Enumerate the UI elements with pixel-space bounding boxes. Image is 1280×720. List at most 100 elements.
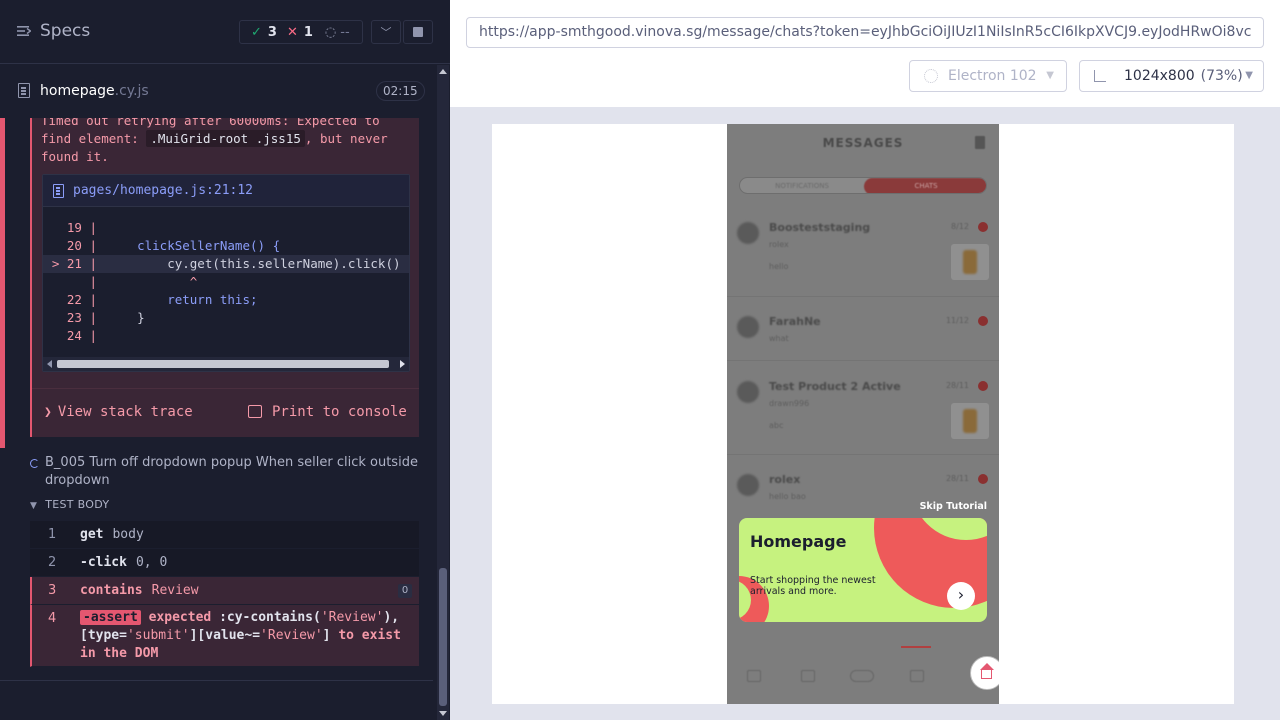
- line-number: 20: [66, 238, 82, 253]
- print-to-console-button[interactable]: Print to console: [248, 404, 407, 420]
- ruler-icon: [1094, 70, 1106, 82]
- skip-tutorial-button[interactable]: Skip Tutorial: [920, 501, 987, 512]
- product-thumbnail: [951, 403, 989, 439]
- avatar: [737, 316, 759, 338]
- line-number: 24: [66, 328, 82, 343]
- reporter-vertical-scrollbar[interactable]: [437, 65, 449, 720]
- command-number: 4: [48, 611, 57, 626]
- url-bar[interactable]: https://app-smthgood.vinova.sg/message/c…: [466, 17, 1264, 48]
- viewport-zoom: (73%): [1200, 68, 1243, 84]
- error-panel: Timed out retrying after 60000ms: Expect…: [30, 118, 419, 437]
- spec-file-extension: .cy.js: [114, 83, 149, 99]
- chat-message: abc: [769, 421, 784, 430]
- command-row-assert-failed[interactable]: 4 -assert expected :cy-contains('Review'…: [30, 605, 419, 667]
- avatar: [737, 381, 759, 403]
- line-number: 19: [66, 220, 82, 235]
- divider: [727, 360, 999, 361]
- line-prefix: >: [51, 256, 67, 271]
- test-body-toggle[interactable]: ▼ TEST BODY: [30, 498, 109, 511]
- auto-scroll-button[interactable]: ﹀: [371, 20, 401, 44]
- scrollbar-thumb[interactable]: [57, 360, 389, 368]
- command-number: 2: [48, 555, 57, 570]
- error-selector: .MuiGrid-root .jss15: [146, 130, 305, 147]
- x-icon: ✕: [286, 24, 298, 40]
- spec-file-row: homepage.cy.js 02:15: [0, 65, 433, 117]
- view-stack-trace-button[interactable]: ❯ View stack trace: [44, 404, 193, 420]
- add-nav-icon[interactable]: [850, 670, 874, 682]
- stop-icon: [413, 27, 423, 37]
- divider: [727, 454, 999, 455]
- spec-file-name[interactable]: homepage.cy.js: [40, 83, 149, 99]
- command-row[interactable]: 2 -click 0, 0: [30, 549, 419, 577]
- app-title: MESSAGES: [822, 136, 904, 150]
- message-tabs: NOTIFICATIONS CHATS: [739, 177, 987, 194]
- pending-stat: ◌ --: [325, 25, 350, 40]
- command-row[interactable]: 1 get body: [30, 521, 419, 549]
- tutorial-next-button[interactable]: ›: [947, 582, 975, 610]
- chat-message: hello: [769, 262, 789, 271]
- code-frame-file-link[interactable]: pages/homepage.js:21:12: [43, 175, 409, 207]
- tutorial-title: Homepage: [750, 532, 847, 551]
- electron-icon: [924, 69, 938, 83]
- print-to-console-label: Print to console: [272, 404, 407, 420]
- trash-icon[interactable]: [975, 136, 985, 149]
- tutorial-card: Homepage Start shopping the newest arriv…: [739, 518, 987, 622]
- arrow-up-icon[interactable]: [439, 69, 447, 74]
- code-line: 22 | return this;: [66, 292, 258, 307]
- code-horizontal-scrollbar[interactable]: [43, 357, 409, 371]
- passed-count: 3: [267, 24, 277, 40]
- code-frame-file: pages/homepage.js:21:12: [73, 183, 254, 198]
- chevron-right-icon: ›: [957, 585, 965, 604]
- home-fab[interactable]: [970, 656, 999, 690]
- menu-icon: [17, 26, 31, 36]
- chevron-down-icon: ▼: [1245, 70, 1253, 81]
- arrow-left-icon[interactable]: [47, 360, 52, 368]
- terminal-icon: [248, 405, 262, 418]
- code-line: 20 | clickSellerName() {: [66, 238, 281, 253]
- test-item-b005[interactable]: B_005 Turn off dropdown popup When selle…: [30, 454, 419, 490]
- command-row-failed[interactable]: 3 contains Review 0: [30, 577, 419, 605]
- active-tab-indicator: [901, 646, 931, 648]
- code-line: 19 |: [66, 220, 97, 235]
- test-title: B_005 Turn off dropdown popup When selle…: [45, 455, 418, 488]
- command-number: 1: [48, 527, 57, 542]
- code-line: 23 | }: [66, 310, 145, 325]
- viewport-selector[interactable]: 1024x800 (73%) ▼: [1079, 60, 1264, 92]
- tutorial-text: Start shopping the newest arrivals and m…: [750, 575, 876, 597]
- chevron-down-icon: ▼: [30, 501, 38, 511]
- arrow-right-icon[interactable]: [400, 360, 405, 368]
- specs-toggle[interactable]: Specs: [17, 21, 90, 41]
- code-line-highlighted: > 21 | cy.get(this.sellerName).click(): [43, 255, 409, 273]
- command-arg: body: [112, 527, 144, 542]
- unread-dot: [978, 222, 988, 232]
- command-name: get: [80, 527, 104, 542]
- messages-nav-icon[interactable]: [910, 670, 924, 682]
- tab-chats[interactable]: CHATS: [864, 178, 986, 193]
- tab-notifications[interactable]: NOTIFICATIONS: [740, 178, 864, 193]
- pending-count: --: [340, 24, 350, 40]
- stop-button[interactable]: [403, 20, 433, 44]
- home-nav-icon[interactable]: [747, 670, 761, 682]
- unread-dot: [978, 316, 988, 326]
- reporter-footer: [0, 680, 433, 720]
- command-log: 1 get body 2 -click 0, 0 3 contains Review …: [30, 521, 419, 667]
- chevron-down-icon: ▼: [1046, 70, 1054, 81]
- aut-header: https://app-smthgood.vinova.sg/message/c…: [450, 0, 1280, 107]
- app-screen: MESSAGES NOTIFICATIONS CHATS Boosteststa…: [727, 124, 999, 704]
- unread-dot: [978, 381, 988, 391]
- scrollbar-thumb[interactable]: [439, 568, 447, 706]
- error-message: Timed out retrying after 60000ms: Expect…: [41, 118, 411, 166]
- command-arg: 0, 0: [135, 555, 168, 570]
- chat-date: 28/11: [945, 474, 969, 483]
- line-code: return this;: [107, 292, 258, 307]
- code-frame: pages/homepage.js:21:12 19 | 20 | clickS…: [42, 174, 410, 372]
- bottom-nav: [727, 664, 999, 704]
- spec-duration: 02:15: [376, 81, 425, 101]
- browser-selector[interactable]: Electron 102 ▼: [909, 60, 1067, 92]
- orders-nav-icon[interactable]: [801, 670, 815, 682]
- chat-date: 11/12: [945, 316, 969, 325]
- code-line: 24 |: [66, 328, 97, 343]
- chevron-right-icon: ❯: [44, 405, 52, 420]
- reporter-content: Timed out retrying after 60000ms: Expect…: [0, 118, 433, 680]
- arrow-down-icon[interactable]: [439, 711, 447, 716]
